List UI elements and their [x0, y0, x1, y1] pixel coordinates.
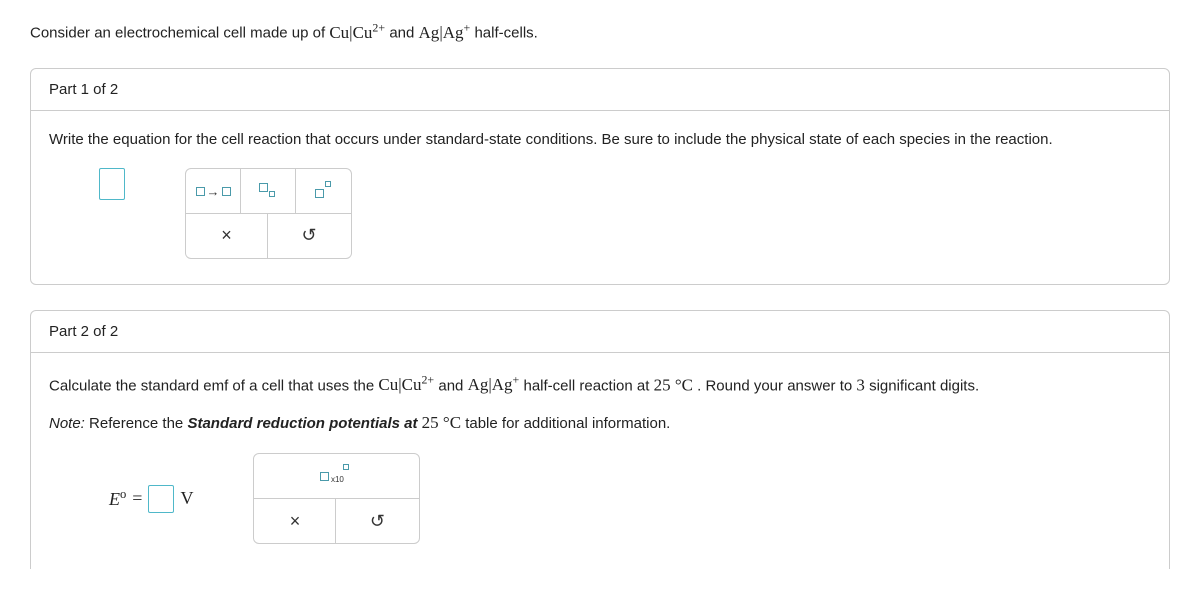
p2-mid: and	[438, 377, 467, 394]
emf-equation: Eo = V	[109, 485, 193, 513]
p2-cell2-a: Ag	[468, 375, 489, 394]
note-bold: Standard reduction potentials at	[187, 415, 421, 432]
part1-answer-row: → × ↺	[49, 168, 1151, 259]
part2-answer-row: Eo = V x10 × ↺	[109, 453, 1151, 544]
p2-prefix: Calculate the standard emf of a cell tha…	[49, 377, 378, 394]
part2-toolbox: x10 × ↺	[253, 453, 420, 544]
p2-cell1: Cu|Cu2+	[378, 375, 438, 394]
note-prefix: Note:	[49, 415, 85, 432]
arrow-tool[interactable]: →	[186, 169, 241, 213]
p2-mid2: half-cell reaction at	[524, 377, 654, 394]
emf-input[interactable]	[148, 485, 174, 513]
tool-row-2: × ↺	[186, 214, 351, 258]
part2-body: Calculate the standard emf of a cell tha…	[31, 353, 1169, 570]
part2-header: Part 2 of 2	[31, 311, 1169, 353]
cell2-charge: +	[464, 20, 471, 34]
p2-cell1-charge: 2+	[421, 373, 434, 387]
p2-cell2: Ag|Ag+	[468, 375, 524, 394]
part2-prompt: Calculate the standard emf of a cell tha…	[49, 373, 1151, 396]
superscript-tool[interactable]	[296, 169, 351, 213]
note-suffix: table for additional information.	[465, 415, 670, 432]
intro-mid: and	[389, 25, 418, 42]
p2-temp: 25 °C	[654, 375, 693, 394]
cell1: Cu|Cu2+	[329, 23, 389, 42]
reset-icon: ↺	[301, 225, 316, 246]
part2-note: Note: Reference the Standard reduction p…	[49, 413, 1151, 433]
cell2: Ag|Ag+	[419, 23, 475, 42]
p2-tool-row-2: × ↺	[254, 499, 419, 543]
part2-panel: Part 2 of 2 Calculate the standard emf o…	[30, 310, 1170, 570]
subscript-tool[interactable]	[241, 169, 296, 213]
intro-suffix: half-cells.	[474, 25, 537, 42]
p2-cell1-b: Cu	[402, 375, 422, 394]
e-symbol: E	[109, 489, 120, 509]
problem-intro: Consider an electrochemical cell made up…	[30, 20, 1170, 43]
close-icon: ×	[221, 225, 232, 246]
p2-suffix: . Round your answer to	[697, 377, 856, 394]
p2-end: significant digits.	[869, 377, 979, 394]
cell2-b: Ag	[443, 23, 464, 42]
reset-icon: ↺	[370, 511, 385, 532]
tool-row-1: →	[186, 169, 351, 214]
part1-prompt: Write the equation for the cell reaction…	[49, 131, 1151, 148]
cell1-charge: 2+	[372, 20, 385, 34]
p2-reset-button[interactable]: ↺	[336, 499, 418, 543]
part1-panel: Part 1 of 2 Write the equation for the c…	[30, 68, 1170, 285]
p2-tool-row-1: x10	[254, 454, 419, 499]
reset-button[interactable]: ↺	[268, 214, 350, 258]
cell2-a: Ag	[419, 23, 440, 42]
arrow-icon: →	[207, 184, 220, 199]
cell1-a: Cu	[329, 23, 349, 42]
p2-cell2-b: Ag	[492, 375, 513, 394]
equals-sign: =	[132, 488, 142, 509]
part1-body: Write the equation for the cell reaction…	[31, 111, 1169, 284]
p2-cell2-charge: +	[513, 373, 520, 387]
intro-text: Consider an electrochemical cell made up…	[30, 25, 329, 42]
x10-label: x10	[331, 475, 344, 484]
unit-v: V	[180, 488, 193, 509]
note-temp: 25 °C	[422, 413, 461, 432]
p2-cell1-a: Cu	[378, 375, 398, 394]
part1-toolbox: → × ↺	[185, 168, 352, 259]
part1-header: Part 1 of 2	[31, 69, 1169, 111]
equation-input[interactable]	[99, 168, 125, 200]
close-icon: ×	[290, 511, 301, 532]
cell1-b: Cu	[353, 23, 373, 42]
scientific-notation-tool[interactable]: x10	[254, 454, 419, 498]
note-mid: Reference the	[89, 415, 187, 432]
p2-sigfig: 3	[856, 375, 865, 394]
clear-button[interactable]: ×	[186, 214, 268, 258]
p2-clear-button[interactable]: ×	[254, 499, 336, 543]
